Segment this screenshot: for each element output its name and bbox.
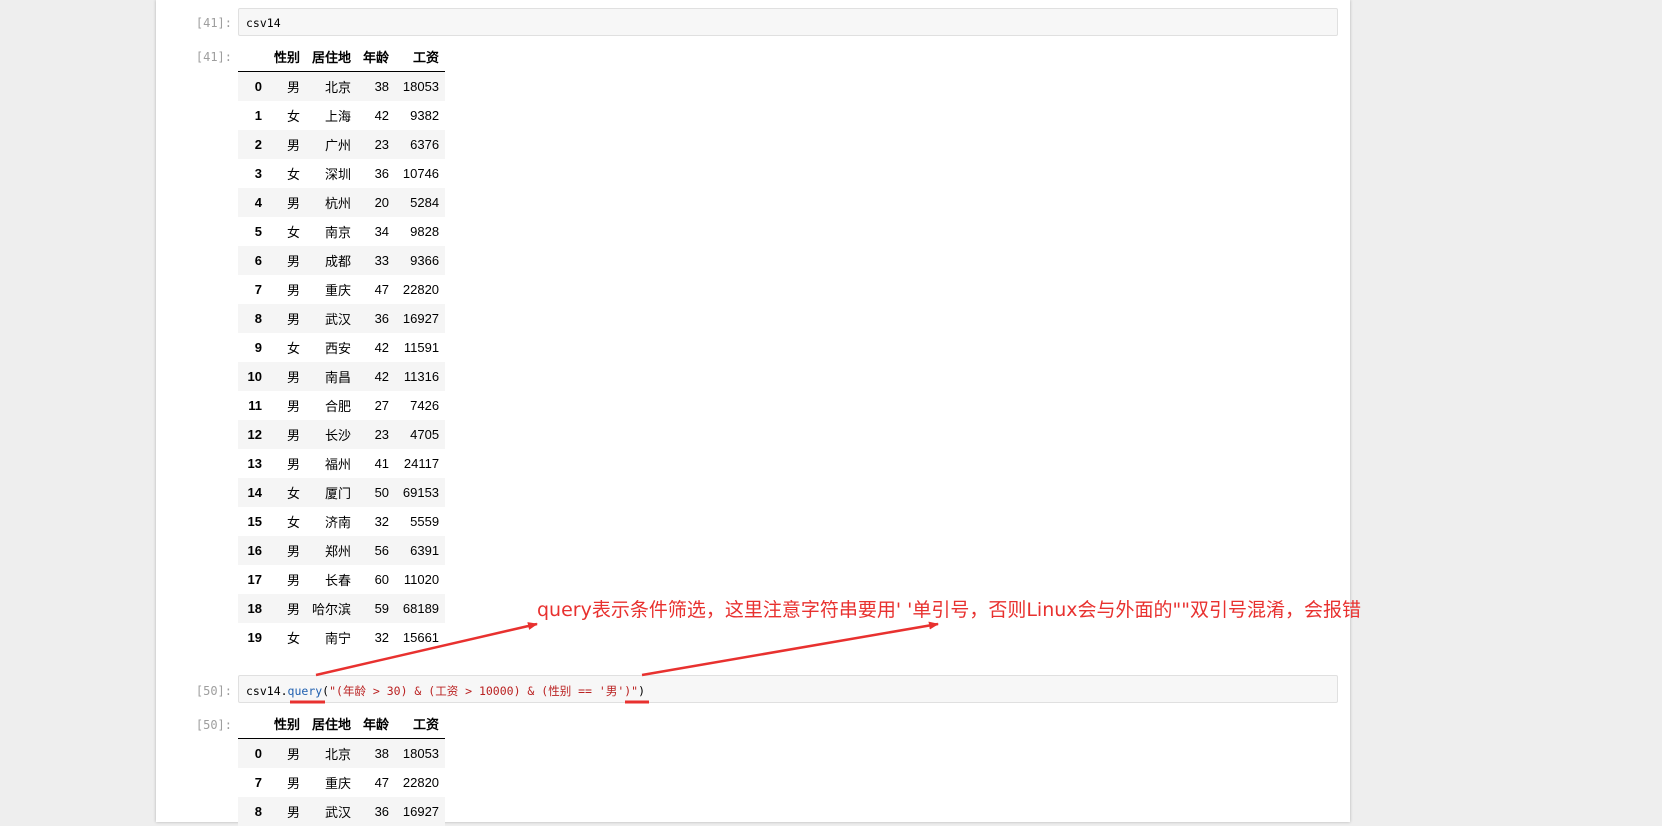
annotation-arrow-query bbox=[315, 622, 538, 677]
annotation-arrow-quote bbox=[641, 621, 939, 677]
annotation-overlay bbox=[290, 621, 939, 704]
